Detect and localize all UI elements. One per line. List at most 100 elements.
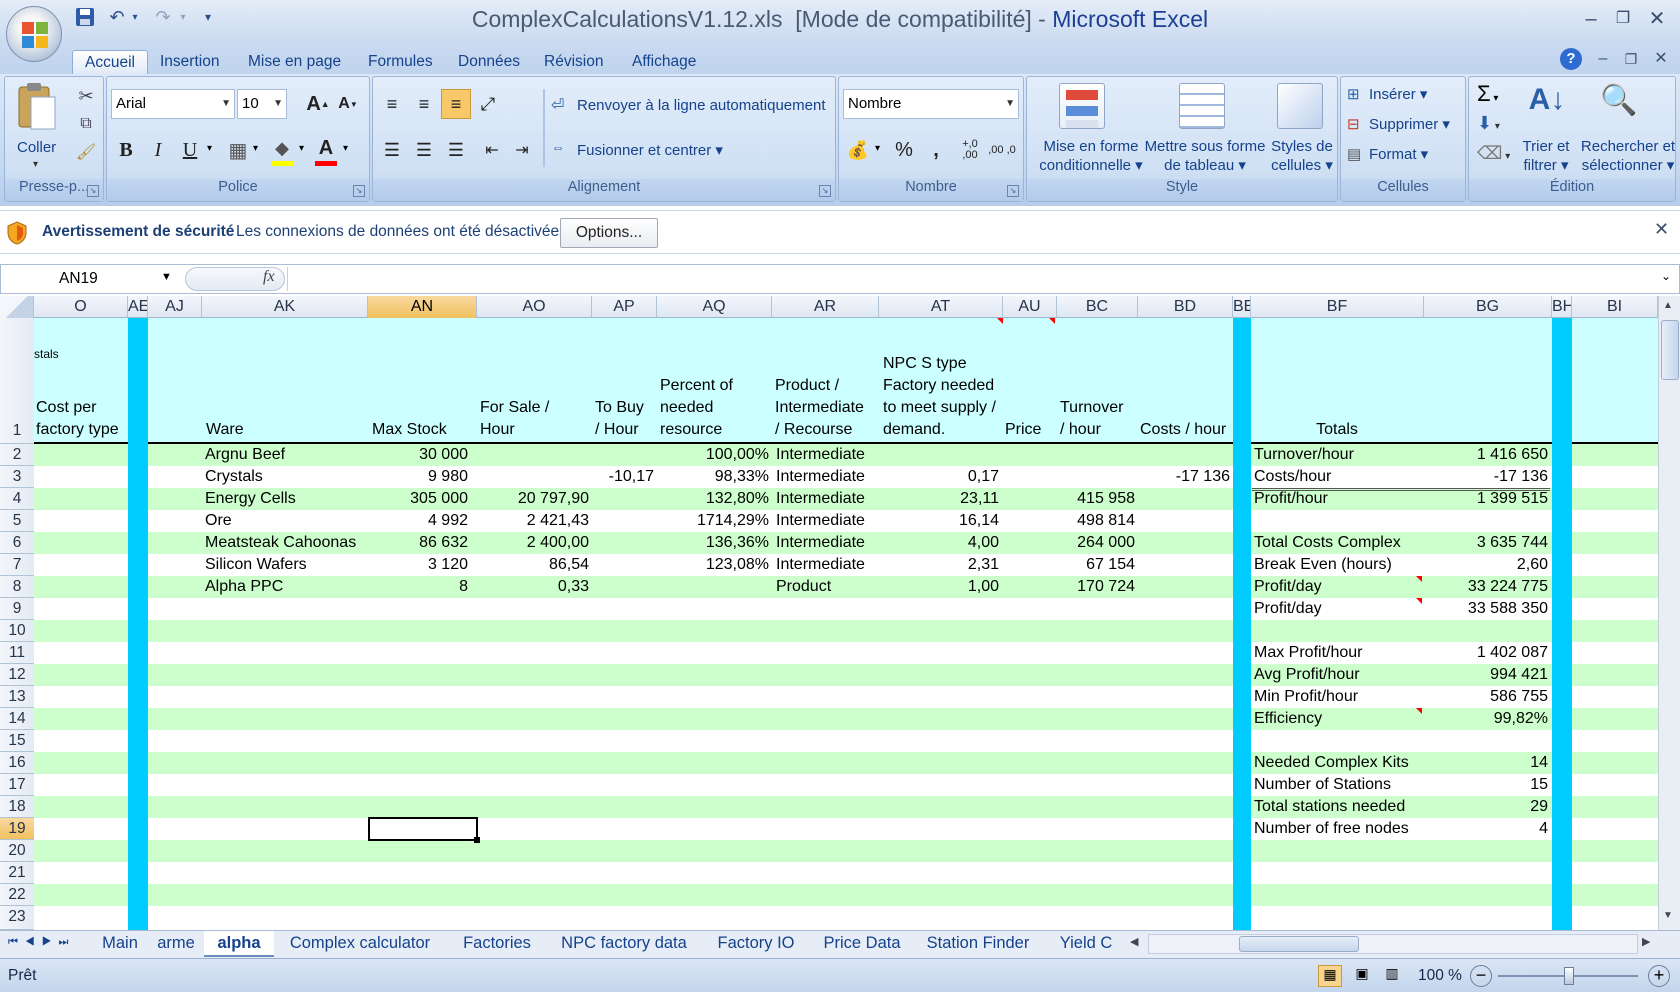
merge-center-icon[interactable]: ⇔ (551, 139, 573, 159)
row-header[interactable]: 4 (0, 488, 34, 510)
header-cell-npc[interactable]: to meet supply / (883, 398, 1007, 418)
col-header-au[interactable]: AU (1003, 296, 1057, 318)
ware-name[interactable]: Energy Cells (205, 489, 365, 509)
number-format-select[interactable]: Nombre ▼ (843, 89, 1019, 119)
totals-value[interactable]: 4 (1424, 819, 1548, 839)
row-header[interactable]: 23 (0, 906, 34, 930)
header-cell-turnover[interactable]: / hour (1060, 420, 1140, 440)
row-header[interactable]: 20 (0, 840, 34, 862)
font-size-select[interactable]: 10 ▼ (237, 89, 287, 119)
totals-value[interactable]: -17 136 (1424, 467, 1548, 487)
fill-handle[interactable] (474, 837, 480, 843)
orientation-icon[interactable]: ⤢ (473, 89, 503, 119)
align-left-icon[interactable]: ☰ (377, 135, 407, 165)
header-cell-totals[interactable]: Totals (1252, 420, 1422, 440)
ware-type[interactable]: Intermediate (776, 467, 880, 487)
totals-label[interactable]: Number of Stations (1254, 775, 1424, 795)
clipboard-launcher-icon[interactable]: ↘ (87, 185, 99, 197)
office-button[interactable] (6, 6, 62, 62)
sort-filter-icon[interactable]: A↓ (1525, 83, 1569, 127)
percent-button[interactable]: % (889, 135, 919, 165)
header-cell-type[interactable]: Intermediate (775, 398, 879, 418)
header-cell-percent[interactable]: needed (660, 398, 772, 418)
insert-button[interactable]: Insérer ▾ (1369, 85, 1427, 103)
format-icon[interactable]: ▤ (1347, 145, 1361, 163)
row-header[interactable]: 6 (0, 532, 34, 554)
col-header-aj[interactable]: AJ (148, 296, 202, 318)
ware-name[interactable]: Alpha PPC (205, 577, 365, 597)
row-header[interactable]: 18 (0, 796, 34, 818)
alignment-launcher-icon[interactable]: ↘ (819, 185, 831, 197)
sheet-tab-price-data[interactable]: Price Data (814, 931, 910, 957)
header-cell-turnover[interactable]: Turnover (1060, 398, 1140, 418)
totals-label[interactable]: Min Profit/hour (1254, 687, 1424, 707)
cut-icon[interactable]: ✂ (71, 81, 101, 111)
ware-for-sale[interactable]: 0,33 (477, 577, 589, 597)
row-header[interactable]: 11 (0, 642, 34, 664)
align-bottom-icon[interactable]: ≡ (441, 89, 471, 119)
totals-value[interactable]: 14 (1424, 753, 1548, 773)
ware-percent[interactable]: 100,00% (657, 445, 769, 465)
ware-max-stock[interactable]: 4 992 (368, 511, 468, 531)
ware-npc[interactable]: 23,11 (879, 489, 999, 509)
align-right-icon[interactable]: ☰ (441, 135, 471, 165)
totals-label[interactable]: Costs/hour (1254, 467, 1424, 487)
hscroll-right-icon[interactable]: ▶ (1642, 935, 1650, 948)
clear-icon[interactable]: ⌫ ▾ (1477, 143, 1510, 164)
row-header[interactable]: 2 (0, 444, 34, 466)
workbook-restore-icon[interactable]: ❐ (1618, 46, 1644, 72)
fill-dropdown-icon[interactable]: ▾ (299, 143, 304, 154)
ware-to-buy[interactable]: -10,17 (592, 467, 654, 487)
row-header[interactable]: 7 (0, 554, 34, 576)
sheet-tab-alpha[interactable]: alpha (204, 931, 274, 957)
customize-qat-icon[interactable]: ▾ (200, 4, 216, 30)
currency-icon[interactable]: 💰 (843, 135, 873, 165)
totals-value[interactable]: 1 416 650 (1424, 445, 1548, 465)
hscroll-left-icon[interactable]: ◀ (1130, 935, 1138, 948)
ware-turnover[interactable]: 264 000 (1057, 533, 1135, 553)
row-header[interactable]: 9 (0, 598, 34, 620)
ware-percent[interactable]: 1714,29% (657, 511, 769, 531)
totals-value[interactable]: 994 421 (1424, 665, 1548, 685)
row-header[interactable]: 14 (0, 708, 34, 730)
totals-label[interactable]: Profit/day (1254, 577, 1424, 597)
col-header-bh[interactable]: BH (1552, 296, 1572, 318)
tab-mise-en-page[interactable]: Mise en page (236, 50, 353, 76)
redo-icon[interactable]: ↷ (150, 4, 176, 30)
increase-decimal-button[interactable]: +,0 ,00 (955, 135, 985, 165)
row-header[interactable]: 12 (0, 664, 34, 686)
tab-insertion[interactable]: Insertion (148, 50, 231, 76)
horizontal-scrollbar[interactable] (1148, 934, 1638, 954)
ware-type[interactable]: Intermediate (776, 445, 880, 465)
col-header-bc[interactable]: BC (1057, 296, 1138, 318)
totals-value[interactable]: 3 635 744 (1424, 533, 1548, 553)
cell-styles-button[interactable]: Styles de cellules ▾ (1267, 137, 1337, 175)
workbook-close-icon[interactable]: ✕ (1648, 46, 1674, 72)
header-cell-percent[interactable]: Percent of (660, 376, 772, 396)
ware-type[interactable]: Intermediate (776, 533, 880, 553)
col-header-an[interactable]: AN (368, 296, 477, 318)
tab-donnees[interactable]: Données (446, 50, 532, 76)
expand-formula-icon[interactable]: ⌄ (1661, 269, 1671, 283)
col-header-o[interactable]: O (34, 296, 128, 318)
zoom-out-icon[interactable]: − (1470, 965, 1492, 987)
thousands-button[interactable]: , (921, 135, 951, 165)
paste-label[interactable]: Coller (17, 139, 56, 156)
options-button[interactable]: Options... (560, 218, 658, 248)
ware-max-stock[interactable]: 305 000 (368, 489, 468, 509)
undo-dropdown-icon[interactable]: ▾ (128, 4, 142, 30)
col-header-ak[interactable]: AK (202, 296, 368, 318)
row-header[interactable]: 5 (0, 510, 34, 532)
ware-npc[interactable]: 1,00 (879, 577, 999, 597)
scroll-up-icon[interactable]: ▲ (1663, 300, 1673, 311)
ware-turnover[interactable]: 170 724 (1057, 577, 1135, 597)
totals-label[interactable]: Profit/hour (1254, 489, 1424, 509)
delete-icon[interactable]: ⊟ (1347, 115, 1360, 133)
sheet-tab-station-finder[interactable]: Station Finder (912, 931, 1044, 957)
restore-icon[interactable]: ❐ (1610, 6, 1636, 32)
totals-label[interactable]: Needed Complex Kits (1254, 753, 1424, 773)
ware-costs[interactable]: -17 136 (1138, 467, 1230, 487)
wrap-text-button[interactable]: Renvoyer à la ligne automatiquement (577, 97, 825, 114)
page-break-view-icon[interactable]: ▥ (1380, 965, 1404, 987)
redo-dropdown-icon[interactable]: ▾ (176, 4, 190, 30)
